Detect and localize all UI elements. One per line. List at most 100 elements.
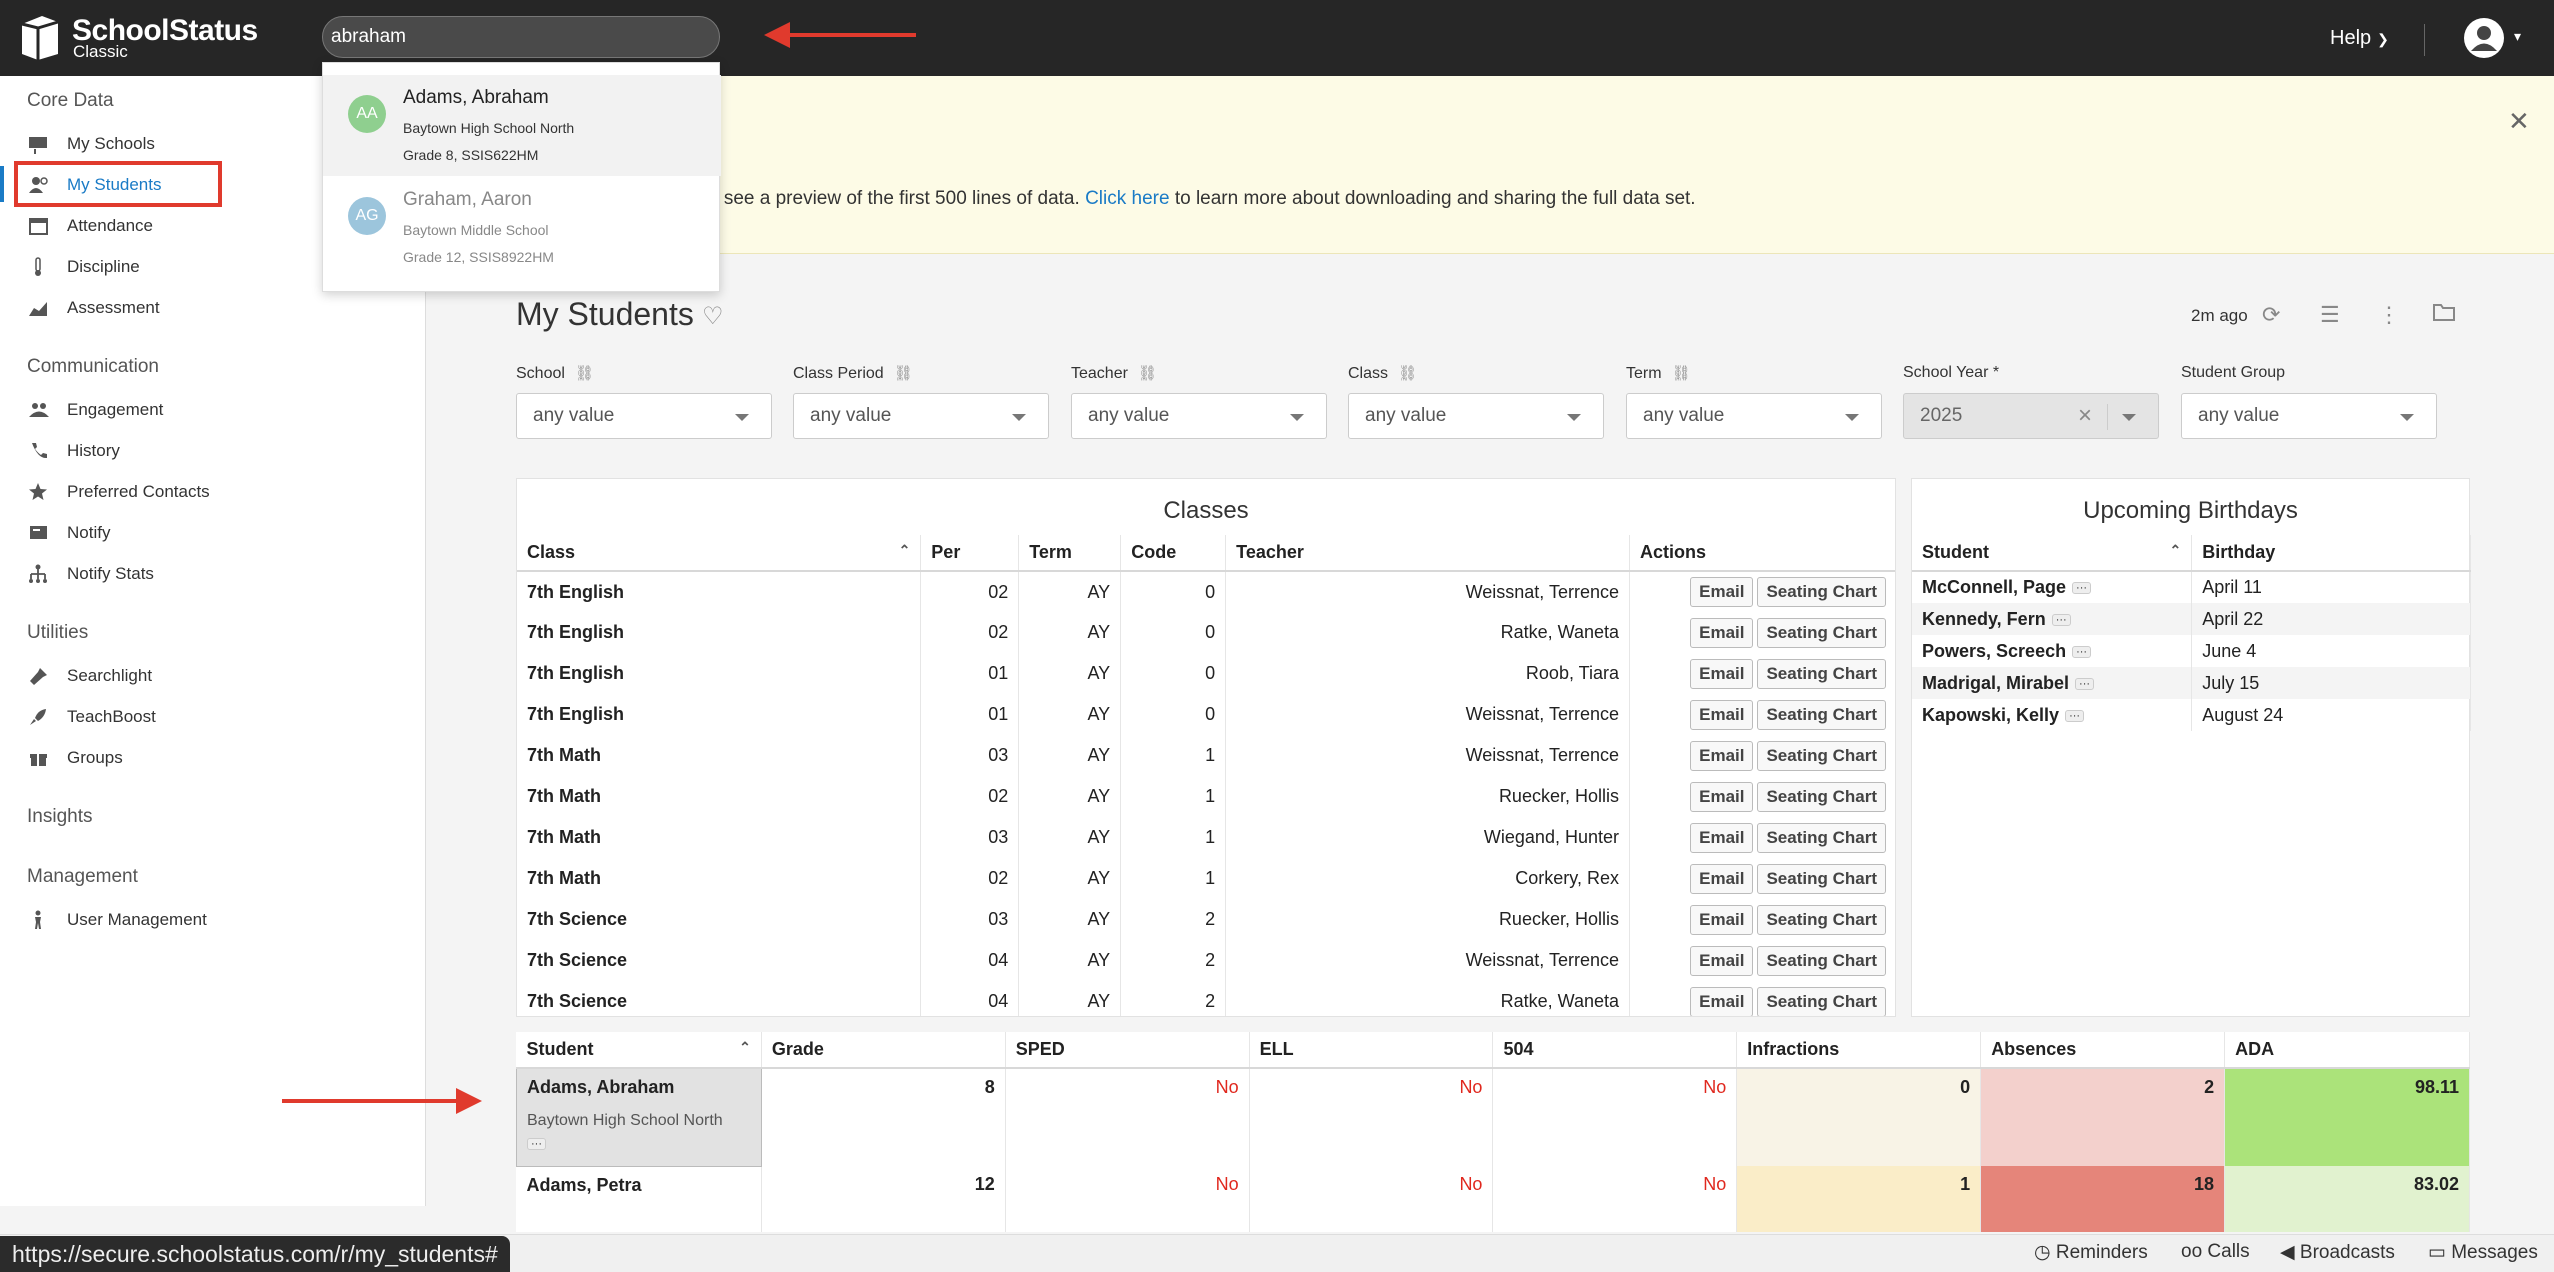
seating-chart-button[interactable]: Seating Chart <box>1757 699 1886 730</box>
reminders-button[interactable]: ◷ Reminders <box>2034 1241 2148 1264</box>
column-header-student[interactable]: Student ⌃ <box>516 1032 762 1069</box>
school-year-select[interactable]: 2025 × <box>1903 393 2159 439</box>
more-icon[interactable]: ··· <box>2072 582 2092 595</box>
email-button[interactable]: Email <box>1690 863 1754 894</box>
email-button[interactable]: Email <box>1690 945 1754 976</box>
sidebar-item-user-management[interactable]: User Management <box>28 905 207 935</box>
column-header-sped[interactable]: SPED <box>1005 1032 1250 1069</box>
sidebar-item-discipline[interactable]: Discipline <box>28 252 140 282</box>
link-icon[interactable]: ⛓ <box>575 365 594 382</box>
class-period-select[interactable]: any value <box>793 393 1049 439</box>
more-icon[interactable]: ··· <box>2065 709 2085 722</box>
more-icon[interactable]: ··· <box>527 1138 546 1151</box>
refresh-icon[interactable]: ⟳ <box>2262 302 2280 328</box>
global-search-input[interactable] <box>322 16 720 58</box>
messages-button[interactable]: ▭ Messages <box>2428 1241 2538 1264</box>
help-menu[interactable]: Help ❯ <box>2330 27 2389 50</box>
column-header-student[interactable]: Student ⌃ <box>1912 535 2193 572</box>
seating-chart-button[interactable]: Seating Chart <box>1757 986 1886 1016</box>
chevron-down-icon[interactable]: ▾ <box>2514 28 2521 45</box>
more-icon[interactable]: ··· <box>2072 645 2092 658</box>
more-vertical-icon[interactable]: ⋮ <box>2378 302 2400 328</box>
email-button[interactable]: Email <box>1690 577 1754 607</box>
link-icon[interactable]: ⛓ <box>1138 365 1157 382</box>
column-header-ell[interactable]: ELL <box>1249 1032 1494 1069</box>
student-name[interactable]: Adams, Abraham <box>527 1077 751 1098</box>
more-icon[interactable]: ··· <box>2051 613 2071 626</box>
sidebar-item-history[interactable]: History <box>28 436 120 466</box>
term-select[interactable]: any value <box>1626 393 1882 439</box>
user-avatar[interactable] <box>2464 18 2504 58</box>
broadcasts-button[interactable]: ◀ Broadcasts <box>2280 1241 2395 1264</box>
banner-link[interactable]: Click here <box>1085 188 1169 209</box>
sidebar-item-notify-stats[interactable]: Notify Stats <box>28 559 154 589</box>
sidebar-item-attendance[interactable]: Attendance <box>28 211 153 241</box>
teacher-select[interactable]: any value <box>1071 393 1327 439</box>
heart-icon[interactable]: ♡ <box>702 302 724 331</box>
email-button[interactable]: Email <box>1690 904 1754 935</box>
search-result-item[interactable]: AA Adams, Abraham Baytown High School No… <box>323 75 721 176</box>
seating-chart-button[interactable]: Seating Chart <box>1757 822 1886 853</box>
sidebar-item-assessment[interactable]: Assessment <box>28 293 160 323</box>
column-header-teacher[interactable]: Teacher <box>1225 535 1630 572</box>
email-button[interactable]: Email <box>1690 781 1754 812</box>
more-icon[interactable]: ··· <box>2075 677 2095 690</box>
class-select[interactable]: any value <box>1348 393 1604 439</box>
folder-icon[interactable] <box>2432 302 2456 328</box>
column-header-birthday[interactable]: Birthday <box>2191 535 2471 572</box>
link-icon[interactable]: ⛓ <box>1398 365 1417 382</box>
seating-chart-button[interactable]: Seating Chart <box>1757 740 1886 771</box>
student-name[interactable]: Kennedy, Fern <box>1922 609 2046 629</box>
filter-icon[interactable]: ☰ <box>2320 302 2340 328</box>
column-header-absences[interactable]: Absences <box>1980 1032 2226 1069</box>
email-button[interactable]: Email <box>1690 617 1754 648</box>
email-button[interactable]: Email <box>1690 699 1754 730</box>
clear-icon[interactable]: × <box>2078 394 2092 438</box>
calls-button[interactable]: oo Calls <box>2181 1241 2250 1263</box>
sidebar-item-searchlight[interactable]: Searchlight <box>28 661 152 691</box>
seating-chart-button[interactable]: Seating Chart <box>1757 577 1886 607</box>
table-row[interactable]: Adams, Abraham Baytown High School North… <box>516 1067 2470 1167</box>
student-group-select[interactable]: any value <box>2181 393 2437 439</box>
student-name[interactable]: McConnell, Page <box>1922 577 2066 597</box>
sidebar-item-teachboost[interactable]: TeachBoost <box>28 702 156 732</box>
student-cell[interactable]: Adams, Petra <box>516 1166 762 1232</box>
column-header-class[interactable]: Class ⌃ <box>517 535 922 572</box>
sidebar-item-groups[interactable]: Groups <box>28 743 123 773</box>
email-button[interactable]: Email <box>1690 822 1754 853</box>
close-icon[interactable]: ✕ <box>2508 106 2530 137</box>
sidebar-item-notify[interactable]: Notify <box>28 518 110 548</box>
student-name[interactable]: Powers, Screech <box>1922 641 2066 661</box>
seating-chart-button[interactable]: Seating Chart <box>1757 781 1886 812</box>
sort-ascending-icon[interactable]: ⌃ <box>739 1039 751 1056</box>
seating-chart-button[interactable]: Seating Chart <box>1757 945 1886 976</box>
seating-chart-button[interactable]: Seating Chart <box>1757 617 1886 648</box>
student-name[interactable]: Kapowski, Kelly <box>1922 705 2059 725</box>
seating-chart-button[interactable]: Seating Chart <box>1757 904 1886 935</box>
student-cell[interactable]: Adams, Abraham Baytown High School North… <box>516 1067 762 1167</box>
seating-chart-button[interactable]: Seating Chart <box>1757 658 1886 689</box>
sidebar-item-my-schools[interactable]: My Schools <box>28 129 155 159</box>
email-button[interactable]: Email <box>1690 658 1754 689</box>
sidebar-item-preferred-contacts[interactable]: Preferred Contacts <box>28 477 210 507</box>
sort-ascending-icon[interactable]: ⌃ <box>2170 542 2182 559</box>
sort-ascending-icon[interactable]: ⌃ <box>899 542 911 559</box>
section-insights[interactable]: Insights <box>27 806 92 828</box>
link-icon[interactable]: ⛓ <box>1672 365 1691 382</box>
student-name[interactable]: Madrigal, Mirabel <box>1922 673 2069 693</box>
link-icon[interactable]: ⛓ <box>894 365 913 382</box>
column-header-per[interactable]: Per <box>920 535 1020 572</box>
seating-chart-button[interactable]: Seating Chart <box>1757 863 1886 894</box>
column-header-infractions[interactable]: Infractions <box>1736 1032 1982 1069</box>
sidebar-item-engagement[interactable]: Engagement <box>28 395 163 425</box>
column-header-grade[interactable]: Grade <box>761 1032 1006 1069</box>
email-button[interactable]: Email <box>1690 740 1754 771</box>
column-header-504[interactable]: 504 <box>1492 1032 1738 1069</box>
column-header-code[interactable]: Code <box>1120 535 1227 572</box>
column-header-term[interactable]: Term <box>1018 535 1122 572</box>
search-result-item[interactable]: AG Graham, Aaron Baytown Middle School G… <box>323 177 721 278</box>
school-select[interactable]: any value <box>516 393 772 439</box>
column-header-ada[interactable]: ADA <box>2224 1032 2470 1069</box>
table-row[interactable]: Adams, Petra 12 No No No 1 18 83.02 <box>516 1166 2470 1232</box>
email-button[interactable]: Email <box>1690 986 1754 1016</box>
